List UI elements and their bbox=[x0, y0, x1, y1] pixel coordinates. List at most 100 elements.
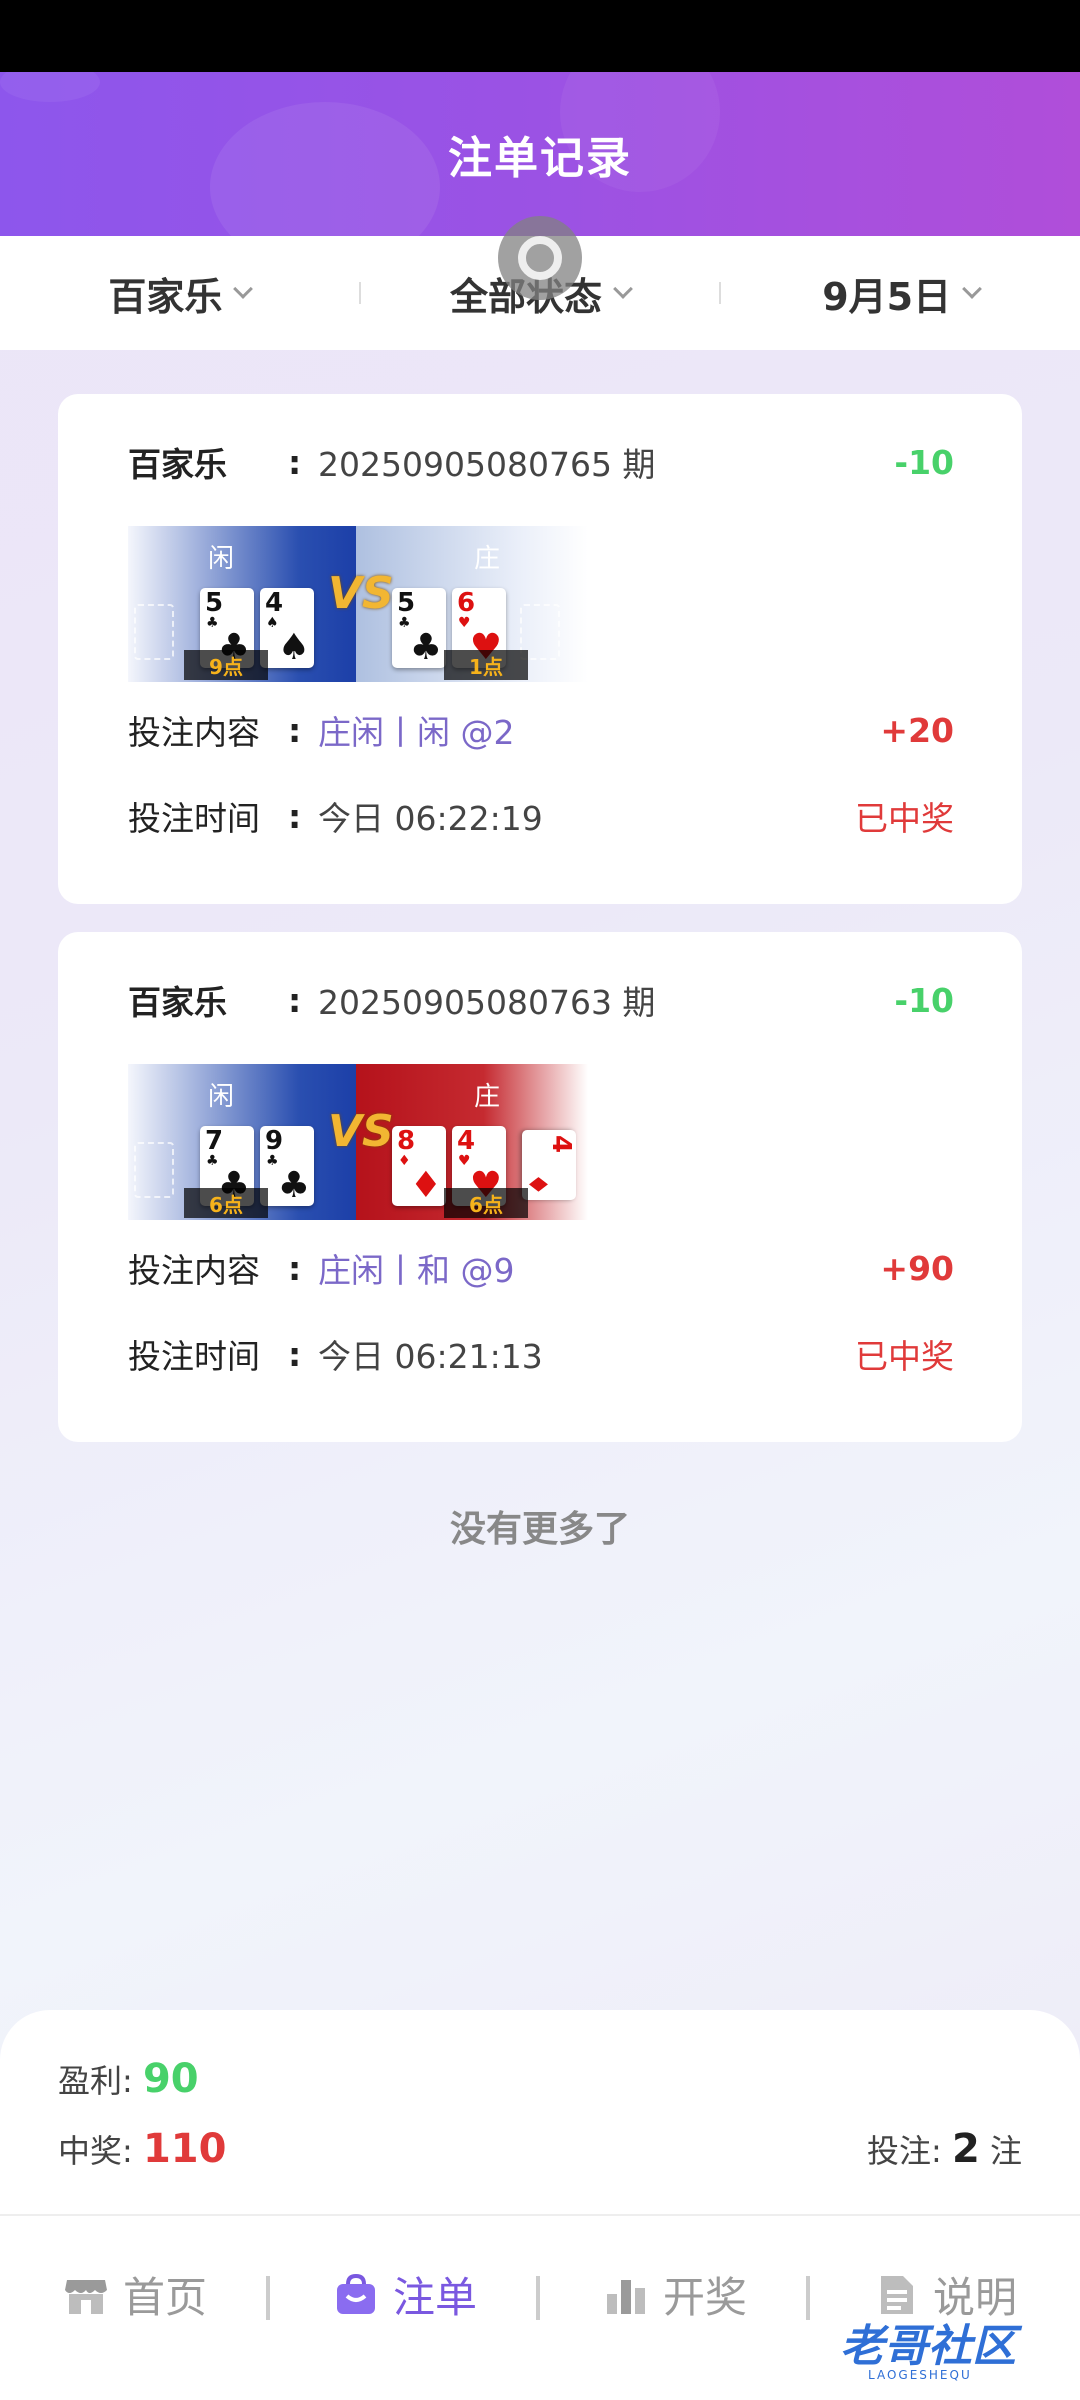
baccarat-result-image: 闲 庄 7 ♣ ♣ 9 ♣ ♣ 8 ♦ ♦ 4 ♥ ♥ 4 ♦ 6点 6点 VS bbox=[128, 1064, 588, 1220]
card-rank: 6 bbox=[457, 588, 476, 618]
bet-content-row: 投注内容 : 庄闲丨和 @9 +90 bbox=[128, 1244, 954, 1292]
empty-card-slot bbox=[134, 604, 174, 660]
colon: : bbox=[288, 1248, 302, 1288]
player-label: 闲 bbox=[208, 544, 235, 574]
bet-record-card[interactable]: 百家乐 : 20250905080763 期 -10 闲 庄 7 ♣ ♣ 9 ♣… bbox=[58, 932, 1022, 1442]
page-title: 注单记录 bbox=[448, 133, 632, 184]
chevron-down-icon bbox=[613, 279, 633, 299]
watermark-subtext: LAOGESHEQU bbox=[868, 2368, 972, 2382]
playing-card: 8 ♦ ♦ bbox=[392, 1126, 446, 1206]
bet-time-value: 今日 06:22:19 bbox=[318, 799, 543, 838]
bet-time-label: 投注时间 bbox=[128, 799, 260, 838]
game-name: 百家乐 bbox=[128, 983, 227, 1022]
bets-label: 投注: bbox=[867, 2132, 942, 2170]
card-suit: ♣ bbox=[266, 1153, 279, 1169]
bar-chart-icon bbox=[603, 2272, 649, 2318]
colon: : bbox=[288, 1334, 302, 1374]
empty-card-slot bbox=[134, 1142, 174, 1198]
card-rank: 5 bbox=[397, 588, 416, 618]
status-bar bbox=[0, 0, 1080, 72]
bet-record-card[interactable]: 百家乐 : 20250905080765 期 -10 闲 庄 5 ♣ ♣ 4 ♠… bbox=[58, 394, 1022, 904]
profit-line: 盈利: 90 bbox=[58, 2056, 199, 2102]
win-value: 110 bbox=[142, 2126, 227, 2172]
payout-amount: +20 bbox=[880, 710, 954, 750]
date-filter-label: 9月5日 bbox=[822, 274, 952, 319]
playing-card: 4 ♦ bbox=[522, 1130, 576, 1200]
colon: : bbox=[288, 980, 302, 1020]
player-points-badge: 6点 bbox=[184, 1188, 268, 1218]
card-suit: ♠ bbox=[266, 615, 279, 631]
tab-home[interactable]: 首页 bbox=[0, 2264, 270, 2325]
card-rank: 9 bbox=[265, 1126, 284, 1156]
date-filter-dropdown[interactable]: 9月5日 bbox=[721, 266, 1080, 321]
card-suit-large: ♠ bbox=[277, 627, 310, 668]
bet-content-value: 庄闲丨闲 @2 bbox=[318, 713, 515, 752]
bet-content-row: 投注内容 : 庄闲丨闲 @2 +20 bbox=[128, 706, 954, 754]
card-rank: 5 bbox=[205, 588, 224, 618]
bet-content-value: 庄闲丨和 @9 bbox=[318, 1251, 515, 1290]
bet-content-label: 投注内容 bbox=[128, 1251, 260, 1290]
bet-time-label: 投注时间 bbox=[128, 1337, 260, 1376]
vs-icon: VS bbox=[328, 568, 394, 619]
header: 注单记录 bbox=[0, 72, 1080, 236]
floating-assistive-button[interactable] bbox=[498, 216, 582, 300]
tab-draws-label: 开奖 bbox=[662, 2273, 747, 2322]
watermark-logo: 老哥社区 bbox=[840, 2321, 1016, 2372]
bag-icon bbox=[333, 2272, 379, 2318]
issue-number: 20250905080765 期 bbox=[318, 445, 656, 484]
tab-draws[interactable]: 开奖 bbox=[540, 2264, 810, 2325]
tab-divider bbox=[266, 2276, 270, 2320]
bets-unit: 注 bbox=[989, 2132, 1022, 2170]
card-suit: ♣ bbox=[206, 1153, 219, 1169]
colon: : bbox=[288, 442, 302, 482]
bets-line: 投注: 2 注 bbox=[867, 2126, 1022, 2172]
game-filter-dropdown[interactable]: 百家乐 bbox=[0, 266, 359, 321]
header-decoration bbox=[0, 72, 100, 102]
card-suit: ♣ bbox=[398, 615, 411, 631]
card-suit-large: ♣ bbox=[277, 1165, 310, 1206]
bet-time-row: 投注时间 : 今日 06:22:19 已中奖 bbox=[128, 792, 954, 840]
profit-value: 90 bbox=[142, 2056, 199, 2102]
card-suit-large: ♣ bbox=[409, 627, 442, 668]
playing-card: 9 ♣ ♣ bbox=[260, 1126, 314, 1206]
tab-bets[interactable]: 注单 bbox=[270, 2264, 540, 2325]
colon: : bbox=[288, 710, 302, 750]
card-suit: ♥ bbox=[458, 1153, 471, 1169]
bet-time-value: 今日 06:21:13 bbox=[318, 1337, 543, 1376]
card-rank: 8 bbox=[397, 1126, 416, 1156]
playing-card: 5 ♣ ♣ bbox=[392, 588, 446, 668]
banker-points-badge: 1点 bbox=[444, 650, 528, 680]
record-header-row: 百家乐 : 20250905080763 期 -10 bbox=[128, 976, 954, 1024]
status-badge: 已中奖 bbox=[855, 1337, 954, 1376]
baccarat-result-image: 闲 庄 5 ♣ ♣ 4 ♠ ♠ 5 ♣ ♣ 6 ♥ ♥ 9点 1点 VS bbox=[128, 526, 588, 682]
shop-icon bbox=[63, 2272, 109, 2318]
card-suit: ♦ bbox=[398, 1153, 411, 1169]
summary-panel: 盈利: 90 中奖: 110 投注: 2 注 bbox=[0, 2010, 1080, 2214]
playing-card: 4 ♠ ♠ bbox=[260, 588, 314, 668]
player-points-badge: 9点 bbox=[184, 650, 268, 680]
card-rank: 4 bbox=[546, 1135, 576, 1154]
win-line: 中奖: 110 bbox=[58, 2126, 226, 2172]
issue-number: 20250905080763 期 bbox=[318, 983, 656, 1022]
payout-amount: +90 bbox=[880, 1248, 954, 1288]
tab-home-label: 首页 bbox=[122, 2273, 207, 2322]
record-header-row: 百家乐 : 20250905080765 期 -10 bbox=[128, 438, 954, 486]
stake-amount: -10 bbox=[894, 442, 954, 482]
card-suit: ♥ bbox=[458, 615, 471, 631]
card-rank: 4 bbox=[457, 1126, 476, 1156]
banker-label: 庄 bbox=[474, 544, 501, 574]
chevron-down-icon bbox=[962, 279, 983, 299]
stake-amount: -10 bbox=[894, 980, 954, 1020]
bet-content-label: 投注内容 bbox=[128, 713, 260, 752]
chevron-down-icon bbox=[233, 279, 254, 299]
bets-value: 2 bbox=[951, 2126, 980, 2172]
bet-time-row: 投注时间 : 今日 06:21:13 已中奖 bbox=[128, 1330, 954, 1378]
banker-points-badge: 6点 bbox=[444, 1188, 528, 1218]
card-rank: 7 bbox=[205, 1126, 224, 1156]
card-suit: ♣ bbox=[206, 615, 219, 631]
vs-icon: VS bbox=[328, 1106, 394, 1157]
tab-divider bbox=[806, 2276, 810, 2320]
player-label: 闲 bbox=[208, 1082, 235, 1112]
tab-divider bbox=[536, 2276, 540, 2320]
banker-label: 庄 bbox=[474, 1082, 501, 1112]
